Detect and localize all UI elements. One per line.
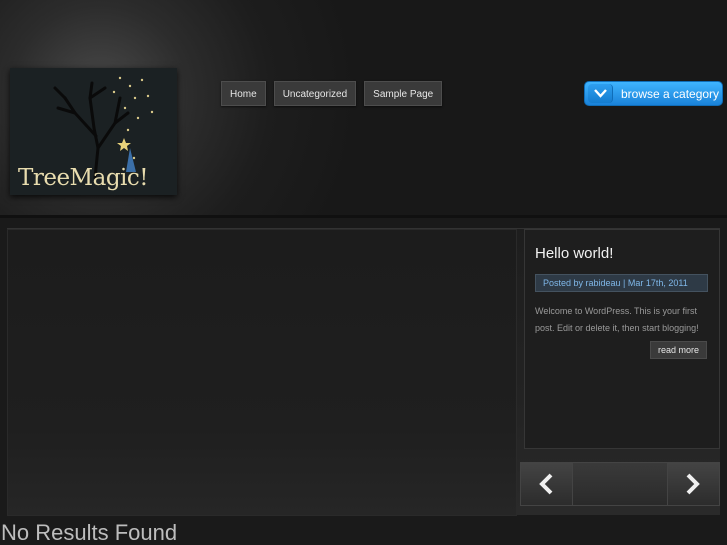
chevron-right-icon <box>686 473 700 495</box>
nav-item-sample-page[interactable]: Sample Page <box>364 81 443 106</box>
slider-image-area[interactable] <box>7 229 517 516</box>
featured-post-box: Hello world! Posted by rabideau | Mar 17… <box>524 229 720 449</box>
post-meta: Posted by rabideau | Mar 17th, 2011 <box>535 274 708 292</box>
logo-text: TreeMagic! <box>18 165 149 191</box>
post-excerpt: Welcome to WordPress. This is your first… <box>535 306 699 333</box>
slider-prev-button[interactable] <box>521 463 573 505</box>
browse-category-label: browse a category <box>621 87 720 101</box>
site-header: TreeMagic! Home Uncategorized Sample Pag… <box>0 0 727 218</box>
main-nav: Home Uncategorized Sample Page <box>221 81 443 106</box>
post-title[interactable]: Hello world! <box>535 245 613 262</box>
slider-next-button[interactable] <box>667 463 719 505</box>
chevron-down-icon <box>588 84 613 103</box>
nav-item-home[interactable]: Home <box>221 81 266 106</box>
chevron-left-icon <box>539 473 553 495</box>
slider-controls <box>520 462 720 506</box>
browse-category-button[interactable]: browse a category <box>584 81 723 106</box>
nav-item-uncategorized[interactable]: Uncategorized <box>273 81 357 106</box>
site-logo[interactable]: TreeMagic! <box>10 68 177 195</box>
read-more-button[interactable]: read more <box>650 341 708 359</box>
page-heading: No Results Found <box>1 520 178 545</box>
featured-slider: Hello world! Posted by rabideau | Mar 17… <box>7 228 720 516</box>
